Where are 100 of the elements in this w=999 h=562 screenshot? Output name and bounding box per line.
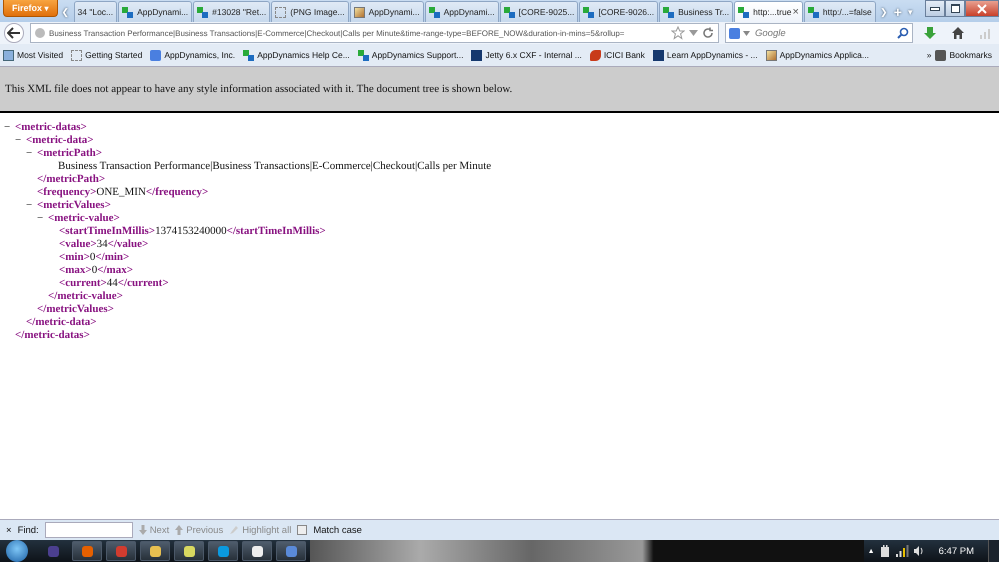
browser-tab[interactable]: 34 "Loc...	[74, 1, 118, 22]
address-bar[interactable]: Business Transaction Performance|Business Transactions|E-Commerce|Checkout|Calls per Minute&time-range-type=BEFORE_NOW&duration-in-mins=5&rollup=	[30, 23, 719, 43]
xml-text: 44	[106, 277, 118, 289]
xml-tag: </min>	[95, 251, 130, 263]
bookmark-link[interactable]: AppDynamics Support...	[358, 50, 464, 60]
browser-tab[interactable]: AppDynami...	[118, 1, 192, 22]
tab-label: (PNG Image...	[290, 7, 345, 17]
tab-label: http:/...=false	[822, 7, 872, 17]
tab-favicon-icon	[275, 6, 286, 18]
tab-favicon-icon	[428, 6, 440, 18]
xml-tag: </metric-data>	[26, 316, 97, 328]
dropdown-icon	[743, 30, 750, 36]
xml-tag: </metric-datas>	[15, 329, 90, 341]
minimize-button[interactable]	[925, 0, 945, 17]
close-find-bar-button[interactable]: ×	[6, 524, 12, 536]
tab-label: Business Tr...	[678, 7, 730, 17]
browser-tab[interactable]: Business Tr...	[659, 1, 734, 22]
bookmark-link[interactable]: AppDynamics Help Ce...	[243, 50, 350, 60]
power-plug-icon	[878, 544, 891, 558]
search-box[interactable]: Google	[725, 23, 913, 43]
tab-favicon-icon	[583, 6, 594, 18]
xml-tag: <frequency>	[37, 186, 96, 198]
tab-label: [CORE-9025...	[518, 7, 574, 17]
collapse-toggle[interactable]: −	[26, 147, 37, 160]
tab-label: 34 "Loc...	[78, 7, 114, 17]
find-field[interactable]	[44, 522, 133, 538]
bookmark-link[interactable]: Getting Started	[71, 50, 142, 60]
match-case-label: Match case	[313, 524, 362, 536]
tab-favicon-icon	[197, 6, 208, 18]
find-label: Find:	[18, 524, 39, 536]
speaker-icon	[912, 545, 925, 557]
xml-text: Business Transaction Performance|Business Transactions|E-Commerce|Checkout|Calls per Minute	[58, 160, 492, 172]
taskbar-app-icon[interactable]	[174, 541, 204, 561]
maximize-button[interactable]	[945, 0, 965, 17]
tab-favicon-icon	[663, 6, 674, 18]
tab-label: AppDynami...	[368, 7, 420, 17]
close-icon	[977, 4, 987, 14]
xml-tag: </metric-value>	[48, 290, 123, 302]
bookmark-link[interactable]: Most Visited	[3, 50, 64, 60]
down-arrow-icon	[138, 525, 147, 535]
search-icon	[897, 27, 909, 39]
xml-tag: <metricPath>	[37, 147, 102, 159]
browser-tab[interactable]: #13028 "Ret...	[193, 1, 270, 22]
xml-tag: <value>	[59, 238, 97, 250]
info-message: This XML file does not appear to have any style information associated with it. The document tree is shown below.	[5, 83, 512, 95]
xml-tag: </metricPath>	[37, 173, 106, 185]
bookmark-link[interactable]: AppDynamics, Inc.	[150, 50, 236, 60]
xml-tag: <metric-value>	[48, 212, 120, 224]
xml-text: ONE_MIN	[96, 186, 146, 198]
tab-label: [CORE-9026...	[598, 7, 654, 17]
xml-tag: <startTimeInMillis>	[59, 225, 156, 237]
tab-label: #13028 "Ret...	[212, 7, 266, 17]
clock-time: 6:47 PM	[938, 546, 974, 556]
browser-tab[interactable]: [CORE-9026...	[579, 1, 658, 22]
close-button[interactable]	[965, 0, 999, 17]
browser-tab[interactable]: AppDynami...	[350, 1, 424, 22]
back-button[interactable]	[4, 23, 24, 43]
reload-icon	[702, 27, 714, 39]
xml-text: 0	[90, 251, 96, 263]
xml-tag: <min>	[59, 251, 90, 263]
bookmark-link[interactable]: Learn AppDynamics - ...	[652, 50, 758, 60]
xml-tag: </max>	[97, 264, 133, 276]
collapse-toggle[interactable]: −	[26, 199, 37, 212]
bookmarks-menu-button[interactable]: Bookmarks	[935, 50, 992, 60]
xml-text: 34	[96, 238, 108, 250]
browser-tab[interactable]: http:/...=false	[804, 1, 876, 22]
tab-favicon-icon	[354, 6, 365, 18]
collapse-toggle[interactable]: −	[37, 212, 48, 225]
home-icon[interactable]	[951, 26, 965, 40]
highlighter-icon	[229, 525, 240, 535]
taskbar-app-icon[interactable]	[242, 541, 272, 561]
dropdown-icon	[689, 30, 698, 36]
tab-label: http:...true	[753, 7, 792, 17]
taskbar-app-icon[interactable]	[140, 541, 170, 561]
browser-tab[interactable]: [CORE-9025...	[500, 1, 578, 22]
signal-bars-icon	[979, 27, 991, 39]
download-arrow-icon[interactable]	[923, 26, 937, 40]
bookmark-link[interactable]: ICICI Bank	[590, 50, 645, 60]
network-signal-icon	[894, 545, 909, 557]
tab-label: AppDynami...	[444, 7, 495, 17]
bookmark-link[interactable]: Jetty 6.x CXF - Internal ...	[471, 50, 582, 60]
xml-tag: <metricValues>	[37, 199, 111, 211]
browser-tab[interactable]: (PNG Image...	[271, 1, 349, 22]
bookmark-link[interactable]: AppDynamics Applica...	[766, 50, 869, 60]
tab-favicon-icon	[738, 6, 750, 18]
xml-tag: <metric-data>	[26, 134, 94, 146]
tab-favicon-icon	[504, 6, 515, 18]
close-tab-button[interactable]: ×	[792, 6, 799, 18]
up-arrow-icon	[175, 525, 184, 535]
xml-tag: </metricValues>	[37, 303, 114, 315]
collapse-toggle[interactable]: −	[4, 121, 15, 134]
xml-tag: </frequency>	[146, 186, 208, 198]
xml-tag: </startTimeInMillis>	[226, 225, 326, 237]
tab-label: AppDynami...	[137, 7, 188, 17]
browser-tab[interactable]: AppDynami...	[424, 1, 499, 22]
browser-tab[interactable]: http:...true×	[734, 1, 803, 22]
more-bookmarks-button[interactable]: »	[926, 50, 932, 60]
collapse-toggle[interactable]: −	[15, 134, 26, 147]
tab-favicon-icon	[808, 6, 819, 18]
match-case-checkbox[interactable]	[297, 525, 308, 535]
